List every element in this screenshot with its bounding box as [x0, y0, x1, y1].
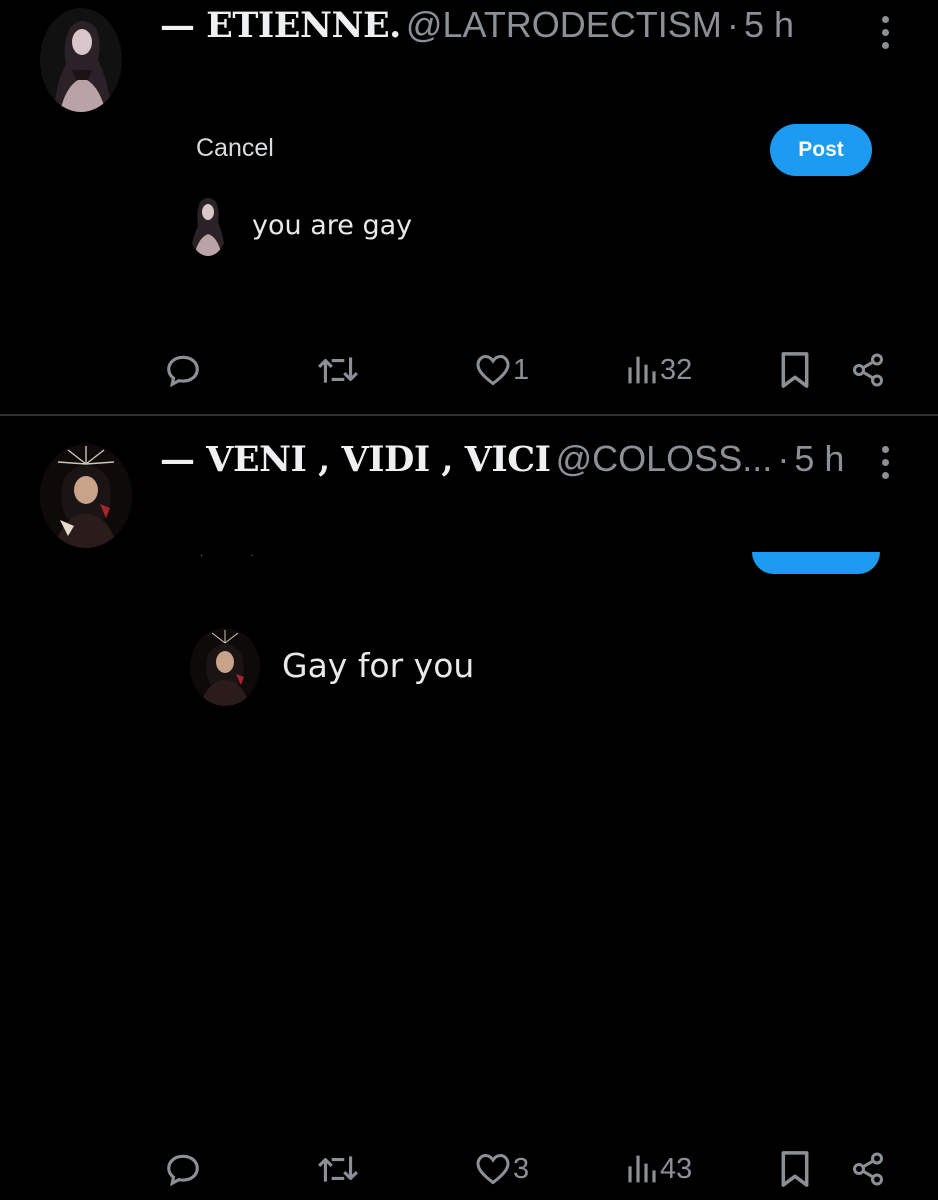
bookmark-icon [781, 352, 809, 388]
more-icon[interactable] [875, 16, 895, 64]
reply-icon [167, 1154, 199, 1187]
share-icon [853, 353, 883, 387]
reply-avatar [190, 628, 260, 706]
bookmark-button[interactable] [780, 1144, 810, 1194]
post-button[interactable]: Post [770, 124, 872, 176]
more-icon[interactable] [875, 446, 895, 494]
reply-button[interactable] [164, 345, 202, 395]
view-count: 43 [660, 1152, 693, 1185]
share-icon [853, 1152, 883, 1186]
post-header: — VENI , VIDI , VICI @COLOSS... · 5 h [160, 438, 938, 480]
avatar[interactable] [40, 444, 132, 548]
action-bar: 3 43 [0, 1144, 938, 1194]
views-button[interactable]: 43 [626, 1144, 692, 1194]
timestamp[interactable]: 5 h [794, 438, 844, 479]
reply-avatar [188, 194, 228, 256]
avatar[interactable] [40, 8, 122, 112]
post-button-cropped[interactable] [752, 552, 880, 574]
cropped-cancel-remnant: · · [200, 551, 276, 562]
user-handle[interactable]: @LATRODECTISM [406, 4, 722, 45]
views-icon [628, 1155, 656, 1183]
reply-button[interactable] [164, 1144, 202, 1194]
like-icon [476, 354, 510, 386]
like-button[interactable]: 3 [475, 1144, 529, 1194]
display-name[interactable]: — VENI , VIDI , VICI [160, 439, 551, 480]
separator-dot: · [726, 4, 739, 45]
like-button[interactable]: 1 [475, 345, 529, 395]
user-handle[interactable]: @COLOSS... [556, 438, 773, 479]
timestamp[interactable]: 5 h [744, 4, 794, 45]
bookmark-icon [781, 1151, 809, 1187]
repost-button[interactable] [316, 345, 360, 395]
reply-text: Gay for you [282, 646, 475, 685]
repost-icon [318, 357, 358, 383]
action-bar: 1 32 [0, 345, 938, 395]
post-veni-vidi-vici: — VENI , VIDI , VICI @COLOSS... · 5 h · … [0, 416, 938, 1200]
share-button[interactable] [850, 345, 886, 395]
views-icon [628, 356, 656, 384]
reply-text: you are gay [252, 210, 413, 241]
views-button[interactable]: 32 [626, 345, 692, 395]
reply-icon [167, 355, 199, 388]
like-icon [476, 1153, 510, 1185]
repost-icon [318, 1156, 358, 1182]
post-header: — ETIENNE. @LATRODECTISM · 5 h [160, 4, 938, 46]
cancel-button[interactable]: Cancel [196, 134, 274, 163]
like-count: 3 [513, 1152, 530, 1185]
like-count: 1 [513, 353, 530, 386]
share-button[interactable] [850, 1144, 886, 1194]
bookmark-button[interactable] [780, 345, 810, 395]
post-etienne: — ETIENNE. @LATRODECTISM · 5 h Cancel Po… [0, 0, 938, 414]
view-count: 32 [660, 353, 693, 386]
display-name[interactable]: — ETIENNE. [160, 5, 401, 46]
separator-dot: · [777, 438, 790, 479]
repost-button[interactable] [316, 1144, 360, 1194]
